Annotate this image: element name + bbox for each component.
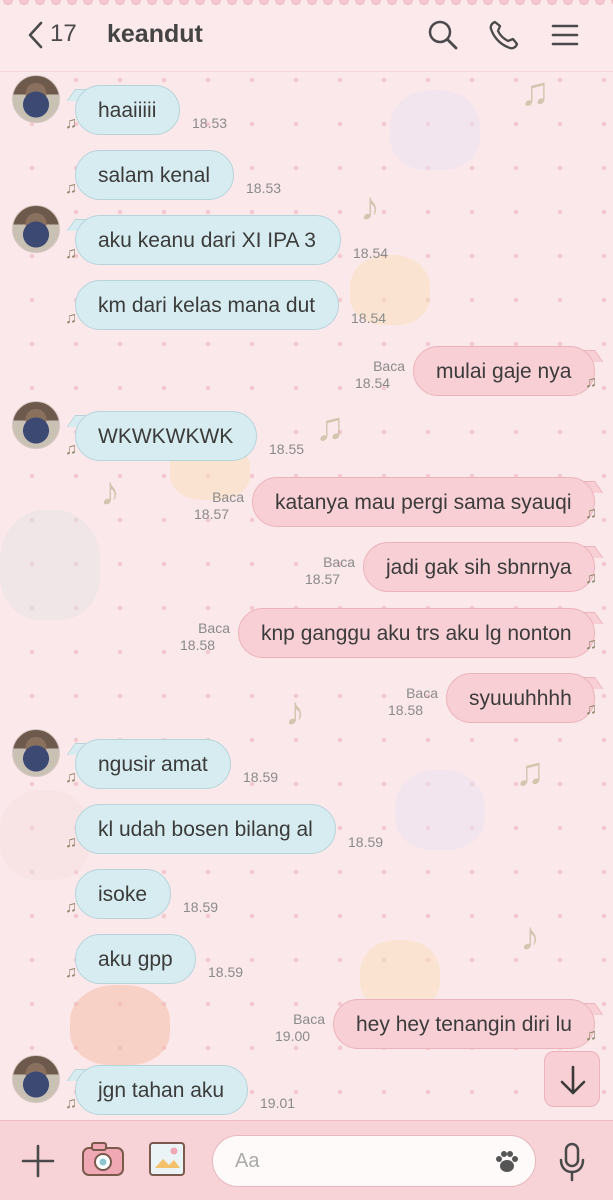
chat-title[interactable]: keandut [107,20,203,49]
incoming-message-bubble[interactable]: WKWKWKWK [75,411,257,461]
music-note-icon: ♫ [65,310,77,327]
incoming-message-bubble[interactable]: isoke [75,869,171,919]
message-timestamp: 18.59 [243,769,279,785]
microphone-icon[interactable] [556,1141,588,1183]
message-timestamp: 18.59 [348,834,384,850]
incoming-message-bubble[interactable]: salam kenal [75,150,234,200]
music-note-decoration: ♪ [285,690,305,734]
incoming-message-bubble[interactable]: aku keanu dari XI IPA 3 [75,215,341,265]
music-note-icon: ♫ [65,769,77,786]
read-receipt: Baca [293,1011,325,1027]
outgoing-message-bubble[interactable]: katanya mau pergi sama syauqi [252,477,595,527]
outgoing-message-bubble[interactable]: syuuuhhhh [446,673,595,723]
read-receipt: Baca [323,554,355,570]
incoming-message-bubble[interactable]: km dari kelas mana dut [75,280,339,330]
camera-icon[interactable] [80,1139,126,1179]
header-lace-decoration [0,0,613,10]
wallpaper-cat-decoration [0,510,100,620]
message-timestamp: 18.54 [355,375,391,391]
paw-icon[interactable] [492,1147,522,1177]
music-note-icon: ♫ [585,374,597,391]
unread-count[interactable]: 17 [50,20,77,48]
phone-icon[interactable] [487,18,521,52]
message-timestamp: 19.01 [260,1095,296,1111]
music-note-decoration: ♪ [520,915,540,959]
incoming-message-bubble[interactable]: aku gpp [75,934,196,984]
message-timestamp: 18.53 [192,115,228,131]
read-receipt: Baca [406,685,438,701]
message-timestamp: 18.59 [208,964,244,980]
outgoing-message-bubble[interactable]: hey hey tenangin diri lu [333,999,595,1049]
music-note-decoration: ♫ [315,405,345,449]
read-receipt: Baca [212,489,244,505]
outgoing-message-bubble[interactable]: knp ganggu aku trs aku lg nonton [238,608,595,658]
message-input-bar [0,1120,613,1200]
music-note-icon: ♫ [65,964,77,981]
message-timestamp: 18.58 [388,702,424,718]
outgoing-message-bubble[interactable]: mulai gaje nya [413,346,595,396]
avatar[interactable] [12,401,60,449]
avatar[interactable] [12,1055,60,1103]
outgoing-message-bubble[interactable]: jadi gak sih sbnrnya [363,542,595,592]
music-note-decoration: ♪ [100,470,120,514]
message-timestamp: 18.54 [351,310,387,326]
message-timestamp: 18.53 [246,180,282,196]
plus-icon[interactable] [20,1143,56,1179]
music-note-icon: ♫ [585,701,597,718]
read-receipt: Baca [198,620,230,636]
incoming-message-bubble[interactable]: haaiiiii [75,85,180,135]
music-note-decoration: ♫ [520,70,550,114]
message-timestamp: 18.57 [305,571,341,587]
avatar[interactable] [12,729,60,777]
message-timestamp: 19.00 [275,1028,311,1044]
music-note-icon: ♫ [65,115,77,132]
wallpaper-cat-decoration [70,985,170,1065]
music-note-icon: ♫ [585,570,597,587]
avatar[interactable] [12,75,60,123]
message-timestamp: 18.54 [353,245,389,261]
image-icon[interactable] [146,1139,188,1179]
chevron-left-icon[interactable] [22,18,52,52]
wallpaper-cat-decoration [390,90,480,170]
message-input[interactable] [212,1135,536,1187]
message-timestamp: 18.57 [194,506,230,522]
message-timestamp: 18.58 [180,637,216,653]
wallpaper-cat-decoration [395,770,485,850]
music-note-icon: ♫ [65,180,77,197]
music-note-icon: ♫ [65,441,77,458]
music-note-icon: ♫ [585,1027,597,1044]
music-note-icon: ♫ [585,505,597,522]
music-note-icon: ♫ [585,636,597,653]
music-note-icon: ♫ [65,834,77,851]
arrow-down-icon [560,1065,586,1095]
incoming-message-bubble[interactable]: kl udah bosen bilang al [75,804,336,854]
incoming-message-bubble[interactable]: jgn tahan aku [75,1065,248,1115]
music-note-decoration: ♪ [360,185,380,229]
read-receipt: Baca [373,358,405,374]
incoming-message-bubble[interactable]: ngusir amat [75,739,231,789]
music-note-icon: ♫ [65,899,77,916]
music-note-icon: ♫ [65,245,77,262]
scroll-to-bottom-button[interactable] [544,1051,600,1107]
music-note-icon: ♫ [65,1095,77,1112]
message-timestamp: 18.59 [183,899,219,915]
avatar[interactable] [12,205,60,253]
menu-icon[interactable] [548,18,582,52]
message-timestamp: 18.55 [269,441,305,457]
music-note-decoration: ♫ [515,750,545,794]
chat-header: 17 keandut [0,0,613,72]
search-icon[interactable] [426,18,460,52]
